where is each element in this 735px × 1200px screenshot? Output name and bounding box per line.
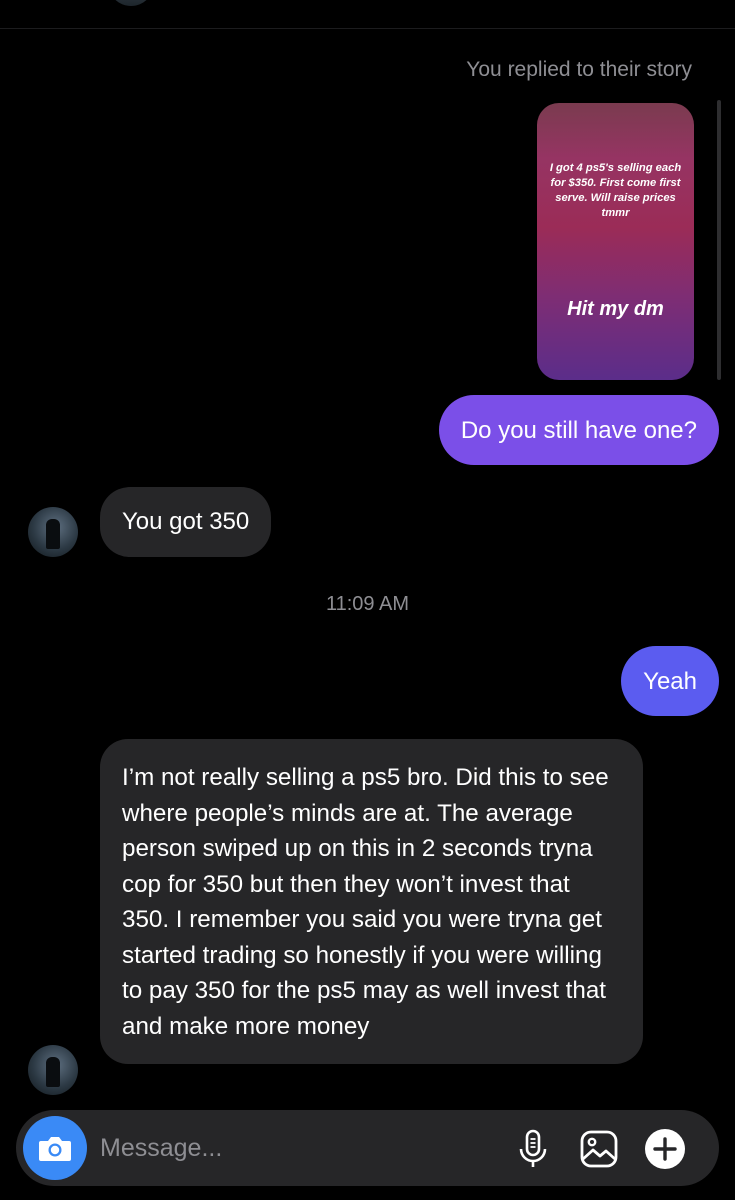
story-text: I got 4 ps5's selling each for $350. Fir… bbox=[549, 162, 682, 219]
message-composer bbox=[16, 1110, 719, 1186]
message-outgoing[interactable]: Yeah bbox=[621, 646, 719, 716]
contact-avatar[interactable] bbox=[28, 507, 78, 557]
microphone-button[interactable] bbox=[512, 1128, 554, 1170]
plus-icon bbox=[645, 1129, 685, 1169]
camera-icon bbox=[39, 1137, 71, 1161]
message-input[interactable] bbox=[100, 1130, 480, 1166]
contact-avatar[interactable] bbox=[28, 1045, 78, 1095]
gallery-button[interactable] bbox=[578, 1128, 620, 1170]
story-reply-note: You replied to their story bbox=[466, 58, 692, 81]
story-cta: Hit my dm bbox=[567, 298, 664, 320]
story-preview[interactable]: I got 4 ps5's selling each for $350. Fir… bbox=[537, 103, 694, 380]
message-outgoing[interactable]: Do you still have one? bbox=[438, 395, 719, 465]
microphone-icon bbox=[519, 1129, 547, 1167]
message-incoming[interactable]: I’m not really selling a ps5 bro. Did th… bbox=[100, 739, 643, 1064]
camera-button[interactable] bbox=[23, 1116, 87, 1180]
message-timestamp: 11:09 AM bbox=[325, 593, 410, 615]
header-divider bbox=[0, 28, 735, 29]
header-avatar[interactable] bbox=[108, 0, 154, 6]
message-incoming[interactable]: You got 350 bbox=[100, 487, 272, 557]
gallery-icon bbox=[580, 1130, 618, 1168]
add-button[interactable] bbox=[644, 1128, 686, 1170]
scrollbar[interactable] bbox=[717, 100, 721, 380]
